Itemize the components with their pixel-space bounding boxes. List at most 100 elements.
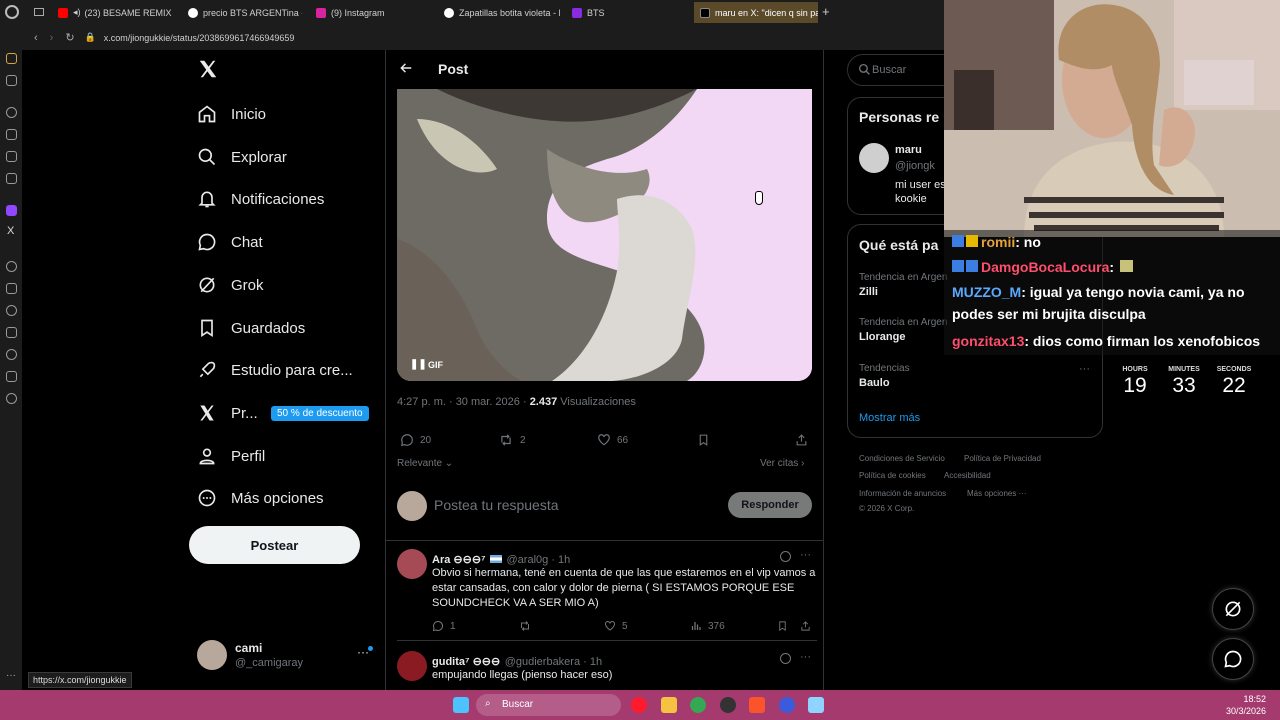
aria-icon[interactable] — [6, 107, 17, 118]
trend-item[interactable]: Tendencias Baulo ··· — [859, 363, 1099, 399]
file-explorer-icon[interactable] — [661, 697, 677, 713]
brave-icon[interactable] — [749, 697, 765, 713]
post-time[interactable]: 4:27 p. m. · 30 mar. 2026 · — [397, 396, 527, 408]
new-tab-icon[interactable]: + — [822, 4, 830, 19]
repost-action[interactable] — [518, 620, 538, 632]
reply-item[interactable]: Ara ⊖⊖⊖⁷ @aral0g · 1h ··· Obvio si herma… — [397, 549, 817, 641]
url-field[interactable]: x.com/jiongukkie/status/2038699617466949… — [104, 33, 295, 43]
forward-arrow-icon[interactable]: › — [50, 32, 54, 44]
like-action[interactable]: 66 — [597, 433, 628, 447]
twitch-icon[interactable] — [6, 205, 17, 216]
bookmark-action[interactable] — [697, 433, 716, 447]
heart-icon[interactable] — [6, 305, 17, 316]
settings-icon[interactable] — [6, 393, 17, 404]
pin-icon[interactable] — [6, 327, 17, 338]
avatar[interactable] — [859, 143, 889, 173]
tab-instagram[interactable]: (9) Instagram — [310, 2, 430, 23]
bookmark-icon — [699, 434, 708, 446]
x-premium-icon — [196, 402, 218, 424]
bookmark-action[interactable] — [777, 620, 794, 632]
taskbar-search[interactable]: ⌕ Buscar — [476, 694, 621, 716]
like-action[interactable]: 5 — [604, 620, 628, 632]
apps-icon[interactable] — [6, 283, 17, 294]
footer-more-link[interactable]: Más opciones ··· — [967, 489, 1027, 498]
workspaces-icon[interactable] — [34, 8, 44, 16]
tab-label: (9) Instagram — [331, 7, 385, 18]
reply-author[interactable]: gudita⁷ ⊖⊖⊖ — [432, 656, 500, 668]
crypto-icon[interactable] — [6, 129, 17, 140]
x-icon[interactable]: X — [7, 225, 14, 237]
opera-logo-icon[interactable] — [5, 5, 19, 19]
tab-maru-x[interactable]: maru en X: "dicen q sin pa — [694, 2, 818, 23]
badge-icon — [952, 235, 964, 247]
reply-action[interactable]: 1 — [432, 620, 456, 632]
grok-icon[interactable] — [780, 551, 791, 562]
opera-taskbar-icon[interactable] — [631, 697, 647, 713]
m-icon[interactable] — [6, 173, 17, 184]
views-action[interactable]: 376 — [690, 620, 725, 632]
history-icon[interactable] — [6, 349, 17, 360]
reload-icon[interactable]: ↻ — [65, 31, 74, 44]
pause-icon[interactable]: ❚❚ — [410, 359, 427, 370]
messages-float-button[interactable] — [1212, 638, 1254, 680]
x-logo-icon[interactable] — [197, 58, 219, 80]
nav-item-chat[interactable]: Chat — [196, 225, 263, 259]
footer-privacy-link[interactable]: Política de Privacidad — [964, 454, 1041, 463]
reply-handle[interactable]: @gudierbakera · 1h — [505, 656, 602, 668]
footer-cookies-link[interactable]: Política de cookies — [859, 471, 926, 480]
obs-icon[interactable] — [720, 697, 736, 713]
tab-besame-remix[interactable]: ◂) (23) BESAME REMIX - — [52, 2, 172, 23]
nav-item-premium[interactable]: Pr... — [196, 396, 258, 430]
reply-handle[interactable]: @aral0g · 1h — [507, 554, 571, 566]
ticker-icon[interactable] — [6, 151, 17, 162]
more-dots-icon[interactable]: ··· — [800, 651, 811, 663]
tab-precio-bts[interactable]: precio BTS ARGENTina - ( — [182, 2, 302, 23]
grok-icon[interactable] — [780, 653, 791, 664]
app-c-icon[interactable] — [779, 697, 795, 713]
gamepad-icon[interactable] — [6, 75, 17, 86]
windows-start-icon[interactable] — [453, 697, 469, 713]
nav-item-explorar[interactable]: Explorar — [196, 140, 287, 174]
repost-action[interactable]: 2 — [498, 433, 526, 447]
nav-item-estudio[interactable]: Estudio para cre... — [196, 353, 353, 387]
home-icon[interactable] — [6, 53, 17, 64]
footer-accessibility-link[interactable]: Accesibilidad — [944, 471, 991, 480]
reply-button[interactable]: Responder — [728, 492, 812, 518]
nav-item-perfil[interactable]: Perfil — [196, 439, 265, 473]
post-gif[interactable]: ❚❚ GIF — [397, 89, 812, 381]
notepad-icon[interactable] — [808, 697, 824, 713]
sort-dropdown[interactable]: Relevante ⌄ — [397, 458, 453, 469]
nav-item-guardados[interactable]: Guardados — [196, 311, 305, 345]
account-switcher[interactable]: cami @_camigaray ··· — [197, 637, 377, 677]
person-name[interactable]: maru — [895, 144, 922, 156]
nav-item-mas-opciones[interactable]: Más opciones — [196, 481, 324, 515]
chrome-icon[interactable] — [690, 697, 706, 713]
back-arrow-icon[interactable] — [399, 61, 413, 75]
share-action[interactable] — [800, 620, 817, 632]
nav-item-notificaciones[interactable]: Notificaciones — [196, 182, 324, 216]
footer-terms-link[interactable]: Condiciones de Servicio — [859, 454, 945, 463]
nav-item-inicio[interactable]: Inicio — [196, 97, 266, 131]
more-dots-icon[interactable]: ··· — [800, 549, 811, 561]
more-dots-icon[interactable]: ··· — [1079, 363, 1090, 375]
reply-author[interactable]: Ara ⊖⊖⊖⁷ — [432, 554, 486, 566]
reply-action[interactable]: 20 — [400, 433, 431, 447]
player-icon[interactable] — [6, 261, 17, 272]
more-icon[interactable]: ··· — [6, 670, 16, 681]
grok-float-button[interactable] — [1212, 588, 1254, 630]
tab-bts[interactable]: BTS — [566, 2, 686, 23]
clock-date[interactable]: 30/3/2026 — [1222, 706, 1266, 716]
extensions-icon[interactable] — [6, 371, 17, 382]
show-more-link[interactable]: Mostrar más — [859, 412, 920, 424]
footer-ads-link[interactable]: Información de anuncios — [859, 489, 946, 498]
reply-input[interactable]: Postea tu respuesta — [434, 497, 559, 513]
share-action[interactable] — [795, 433, 814, 447]
tab-zapatillas[interactable]: Zapatillas botita violeta - E — [438, 2, 560, 23]
nav-item-grok[interactable]: Grok — [196, 268, 264, 302]
reply-item[interactable]: gudita⁷ ⊖⊖⊖ @gudierbakera · 1h ··· empuj… — [397, 651, 817, 690]
clock-time[interactable]: 18:52 — [1236, 694, 1266, 704]
premium-discount-badge[interactable]: 50 % de descuento — [271, 406, 369, 421]
back-arrow-icon[interactable]: ‹ — [34, 32, 38, 44]
view-quotes-link[interactable]: Ver citas › — [760, 458, 804, 469]
post-button[interactable]: Postear — [189, 526, 360, 564]
